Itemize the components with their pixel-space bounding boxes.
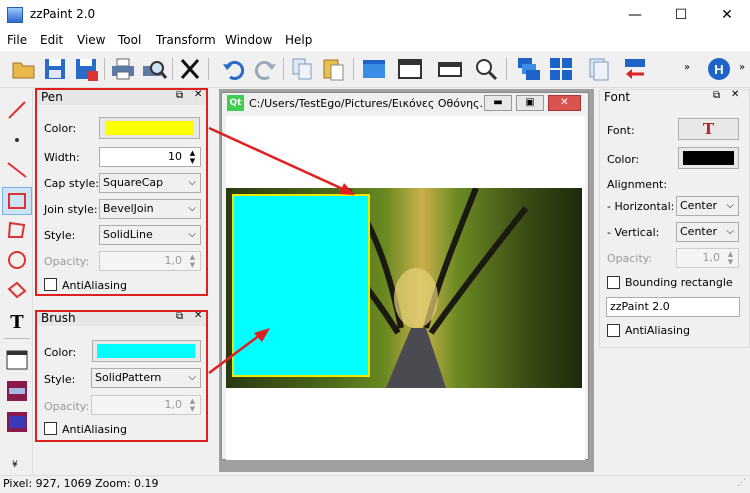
- drawn-rectangle[interactable]: [232, 194, 370, 377]
- font-dock-title: Font: [600, 90, 749, 105]
- pages-icon[interactable]: [586, 56, 612, 82]
- point-tool-icon[interactable]: [4, 127, 30, 153]
- window-list-icon[interactable]: [4, 347, 30, 373]
- toolbar-separator: [506, 58, 507, 80]
- horizontal-select[interactable]: Center ⌵: [676, 196, 739, 216]
- vertical-select[interactable]: Center ⌵: [676, 222, 739, 242]
- window-icon[interactable]: [361, 56, 387, 82]
- pencil-tool-icon[interactable]: [4, 97, 30, 123]
- subwindow-minimize-button[interactable]: ▬: [484, 95, 512, 111]
- toolbar-separator: [353, 58, 354, 80]
- menu-bar: [0, 30, 750, 51]
- subwindow-close-button[interactable]: ✕: [548, 95, 581, 111]
- toolbar-overflow-icon[interactable]: »: [684, 62, 690, 73]
- window-menu-icon[interactable]: [397, 56, 423, 82]
- font-label: Font:: [607, 124, 635, 137]
- undo-icon[interactable]: [221, 56, 247, 82]
- menu-window[interactable]: Window: [225, 33, 272, 47]
- cut-icon[interactable]: [177, 56, 203, 82]
- menu-tool[interactable]: Tool: [118, 33, 141, 47]
- close-dock-icon[interactable]: ✕: [731, 89, 739, 100]
- line-tool-icon[interactable]: [4, 157, 30, 183]
- vertical-label: - Vertical:: [607, 226, 660, 239]
- brush-highlight-box: [35, 310, 208, 442]
- alignment-label: Alignment:: [607, 178, 668, 191]
- qt-icon: Qt: [227, 95, 244, 111]
- tile-icon[interactable]: [548, 56, 574, 82]
- open-icon[interactable]: [11, 56, 37, 82]
- cascade-icon[interactable]: [516, 56, 542, 82]
- horizontal-value: Center: [680, 199, 718, 212]
- svg-text:H: H: [714, 62, 723, 77]
- font-opacity-label: Opacity:: [607, 252, 653, 265]
- copy-icon[interactable]: [289, 56, 315, 82]
- palette-expand-icon[interactable]: ¥: [12, 460, 18, 470]
- app-icon: [7, 7, 23, 23]
- menu-view[interactable]: View: [77, 33, 105, 47]
- chevron-down-icon: ⌵: [726, 226, 734, 237]
- menu-edit[interactable]: Edit: [40, 33, 63, 47]
- font-color-swatch: [683, 151, 734, 165]
- menu-help[interactable]: Help: [285, 33, 312, 47]
- bounding-rectangle-label: Bounding rectangle: [625, 276, 733, 289]
- print-icon[interactable]: [110, 56, 136, 82]
- toolbar-separator: [104, 58, 105, 80]
- chevron-down-icon: ⌵: [726, 200, 734, 211]
- paste-icon[interactable]: [320, 56, 346, 82]
- subwindow-title: C:/Users/TestEgo/Pictures/Εικόνες Οθόνης…: [249, 97, 485, 110]
- subwindow-restore-button[interactable]: ▣: [516, 95, 544, 111]
- rectangle-tool-icon[interactable]: [4, 188, 30, 214]
- font-color-label: Color:: [607, 153, 640, 166]
- fill-tool-icon[interactable]: [4, 277, 30, 303]
- font-antialiasing-checkbox[interactable]: [607, 324, 620, 337]
- vertical-value: Center: [680, 225, 718, 238]
- svg-text:T: T: [10, 312, 24, 333]
- help-icon[interactable]: H: [706, 56, 732, 82]
- text-input[interactable]: zzPaint 2.0: [606, 297, 740, 317]
- close-button[interactable]: ✕: [704, 0, 750, 30]
- exit-icon[interactable]: [622, 56, 648, 82]
- toolbar-separator: [208, 58, 209, 80]
- maximize-button[interactable]: ☐: [658, 0, 704, 30]
- window-title: zzPaint 2.0: [30, 7, 96, 21]
- save-icon[interactable]: [42, 56, 68, 82]
- font-opacity-input: 1,0 ▲ ▼: [676, 248, 739, 268]
- bounding-rectangle-checkbox[interactable]: [607, 276, 620, 289]
- resize-grip-icon[interactable]: ⋰: [737, 478, 746, 488]
- ellipse-tool-icon[interactable]: [4, 247, 30, 273]
- layer-icon[interactable]: [4, 409, 30, 435]
- status-text: Pixel: 927, 1069 Zoom: 0.19: [3, 477, 159, 490]
- toolbar-separator: [283, 58, 284, 80]
- tool-separator: [4, 338, 30, 339]
- redo-icon[interactable]: [252, 56, 278, 82]
- toolbar-separator: [172, 58, 173, 80]
- font-opacity-value: 1,0: [702, 251, 721, 264]
- menu-file[interactable]: File: [7, 33, 27, 47]
- save-as-icon[interactable]: [73, 56, 99, 82]
- print-preview-icon[interactable]: [141, 56, 167, 82]
- font-picker-icon[interactable]: T: [678, 118, 739, 140]
- float-icon[interactable]: ⧉: [713, 90, 720, 101]
- layer-format-icon[interactable]: [4, 378, 30, 404]
- font-antialiasing-label: AntiAliasing: [625, 324, 690, 337]
- polygon-tool-icon[interactable]: [4, 217, 30, 243]
- menu-transform[interactable]: Transform: [156, 33, 216, 47]
- horizontal-label: - Horizontal:: [607, 200, 675, 213]
- spin-arrows-icon: ▲ ▼: [727, 250, 734, 266]
- minimize-button[interactable]: —: [612, 0, 658, 30]
- pen-highlight-box: [35, 88, 208, 296]
- text-tool-icon[interactable]: T: [4, 307, 30, 333]
- window-small-icon[interactable]: [437, 56, 463, 82]
- zoom-icon[interactable]: [473, 56, 499, 82]
- toolbar-overflow-icon[interactable]: »: [739, 62, 745, 73]
